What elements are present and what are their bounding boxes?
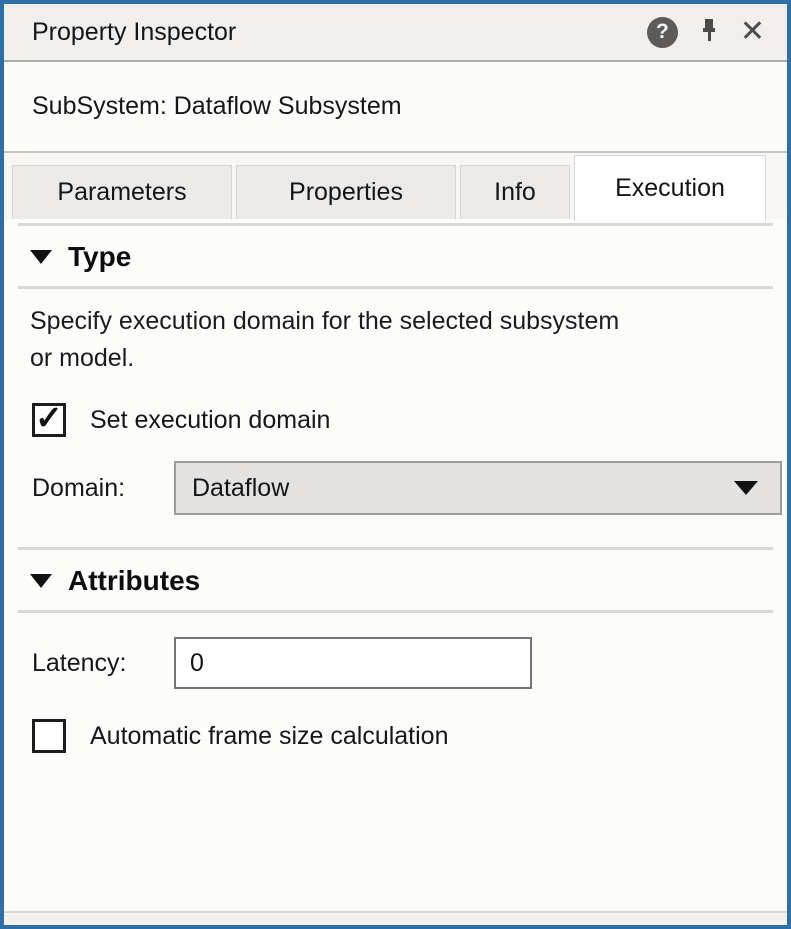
set-execution-domain-checkbox[interactable]: ✓ (32, 403, 66, 437)
subtitle-bar: SubSystem: Dataflow Subsystem (4, 62, 787, 151)
auto-frame-size-checkbox[interactable] (32, 719, 66, 753)
auto-frame-size-label: Automatic frame size calculation (90, 722, 448, 751)
window-title: Property Inspector (32, 18, 647, 47)
section-gap (4, 515, 787, 547)
type-description: Specify execution domain for the selecte… (4, 289, 787, 377)
tab-execution[interactable]: Execution (574, 155, 766, 221)
collapse-triangle-icon (30, 574, 52, 588)
empty-space (4, 753, 787, 911)
tab-parameters[interactable]: Parameters (12, 165, 232, 219)
domain-row: Domain: Dataflow (4, 461, 787, 515)
set-execution-domain-row: ✓ Set execution domain (4, 403, 787, 437)
execution-tab-content: Type Specify execution domain for the se… (4, 219, 787, 925)
type-section-header[interactable]: Type (4, 226, 787, 286)
latency-row: Latency: (4, 637, 787, 689)
attributes-section-title: Attributes (68, 565, 200, 597)
collapse-triangle-icon (30, 250, 52, 264)
panel-footer-strip (4, 911, 787, 925)
tab-strip: Parameters Properties Info Execution (4, 151, 787, 219)
tab-info[interactable]: Info (460, 165, 570, 219)
help-icon[interactable]: ? (647, 17, 678, 48)
chevron-down-icon (734, 481, 758, 495)
type-section-title: Type (68, 241, 131, 273)
title-bar: Property Inspector ? ✕ (4, 4, 787, 62)
title-bar-icons: ? ✕ (647, 16, 765, 48)
domain-dropdown[interactable]: Dataflow (174, 461, 782, 515)
auto-frame-size-row: Automatic frame size calculation (4, 719, 787, 753)
tab-properties[interactable]: Properties (236, 165, 456, 219)
latency-input[interactable] (174, 637, 532, 689)
pin-icon[interactable] (698, 16, 720, 48)
section-divider (18, 610, 773, 613)
latency-label: Latency: (32, 649, 150, 678)
checkmark-icon: ✓ (35, 401, 63, 434)
property-inspector-panel: Property Inspector ? ✕ SubSystem: Datafl… (0, 0, 791, 929)
close-icon[interactable]: ✕ (740, 17, 765, 47)
domain-dropdown-value: Dataflow (192, 474, 289, 503)
set-execution-domain-label: Set execution domain (90, 406, 330, 435)
selected-object-label: SubSystem: Dataflow Subsystem (32, 92, 402, 121)
domain-label: Domain: (32, 474, 150, 503)
attributes-section-header[interactable]: Attributes (4, 550, 787, 610)
type-description-line2: or model. (30, 340, 761, 377)
type-description-line1: Specify execution domain for the selecte… (30, 303, 761, 340)
